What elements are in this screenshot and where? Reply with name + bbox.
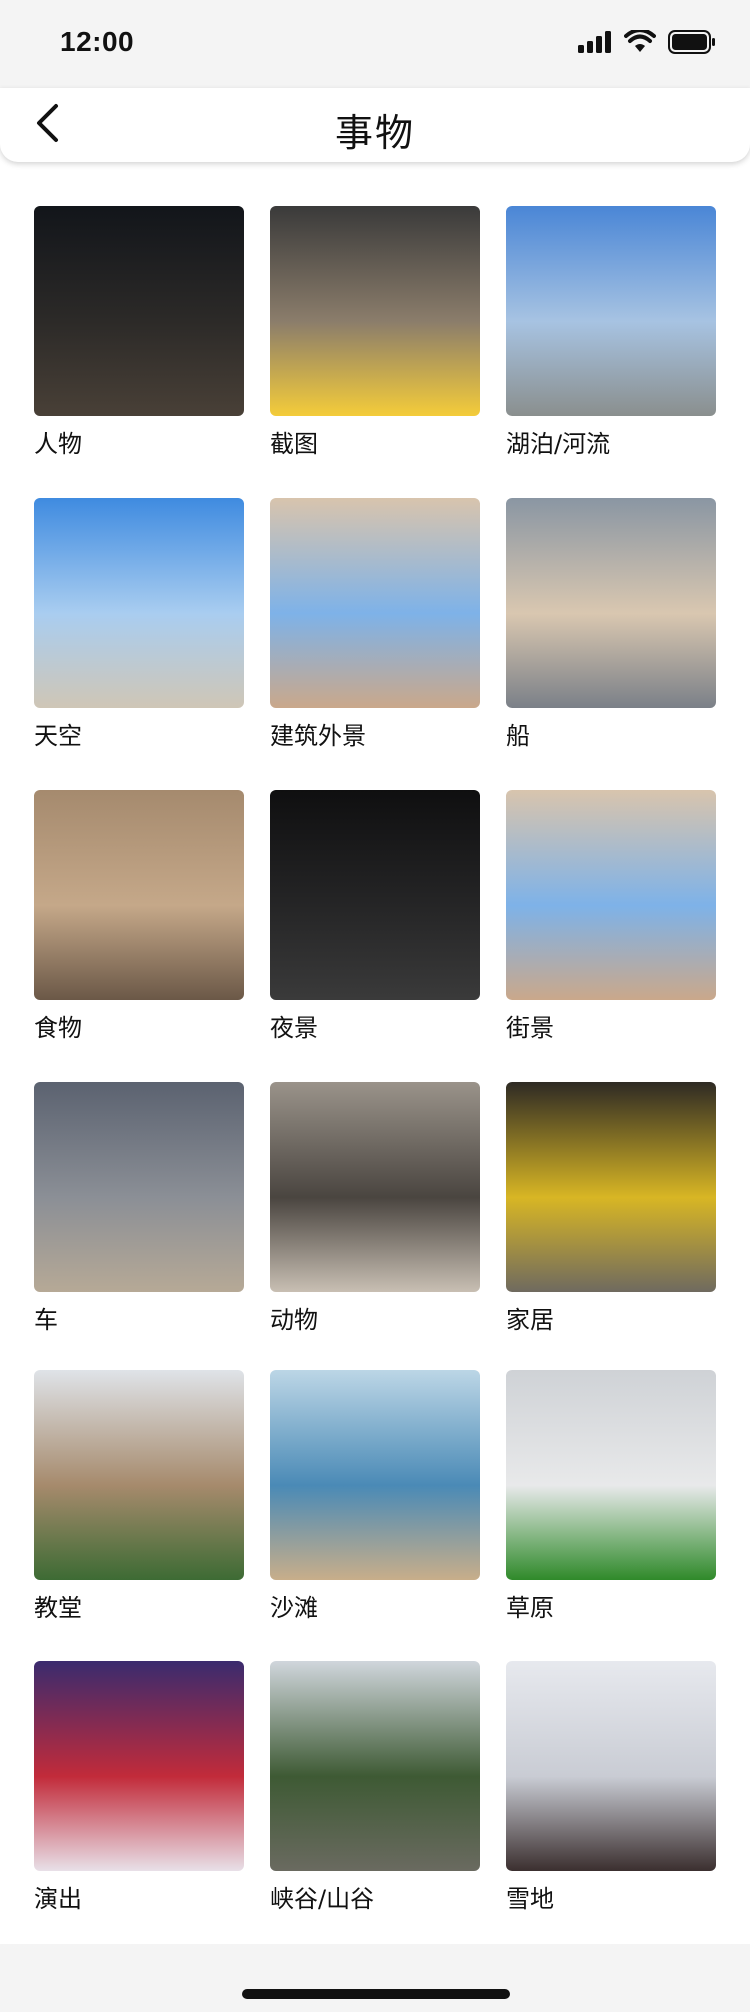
building-photo[interactable] — [270, 498, 480, 708]
category-label: 家居 — [506, 1306, 554, 1334]
boat-photo[interactable] — [506, 498, 716, 708]
home-indicator[interactable] — [242, 1989, 510, 1999]
screenshot-photo[interactable] — [270, 206, 480, 416]
category-label: 天空 — [34, 722, 82, 750]
river-photo[interactable] — [506, 206, 716, 416]
home-photo[interactable] — [506, 1082, 716, 1292]
page-title: 事物 — [334, 111, 415, 155]
category-label: 车 — [34, 1306, 58, 1334]
category-label: 峡谷/山谷 — [270, 1885, 375, 1913]
canyon-photo[interactable] — [270, 1661, 480, 1871]
category-label: 夜景 — [270, 1014, 318, 1042]
animal-photo[interactable] — [270, 1082, 480, 1292]
category-label: 建筑外景 — [270, 722, 366, 750]
category-label: 沙滩 — [270, 1594, 318, 1622]
category-label: 演出 — [34, 1885, 82, 1913]
sky-photo[interactable] — [34, 498, 244, 708]
category-label: 湖泊/河流 — [506, 430, 611, 458]
category-label: 教堂 — [34, 1594, 82, 1622]
category-label: 雪地 — [506, 1885, 554, 1913]
snow-photo[interactable] — [506, 1661, 716, 1871]
night-photo[interactable] — [270, 790, 480, 1000]
food-photo[interactable] — [34, 790, 244, 1000]
category-label: 食物 — [34, 1014, 82, 1042]
grassland-photo[interactable] — [506, 1370, 716, 1580]
category-label: 人物 — [34, 430, 82, 458]
category-label: 截图 — [270, 430, 318, 458]
home-indicator-area — [0, 1944, 750, 2012]
performance-photo[interactable] — [34, 1661, 244, 1871]
car-photo[interactable] — [34, 1082, 244, 1292]
beach-photo[interactable] — [270, 1370, 480, 1580]
category-label: 街景 — [506, 1014, 554, 1042]
category-label: 草原 — [506, 1594, 554, 1622]
street-photo[interactable] — [506, 790, 716, 1000]
category-label: 动物 — [270, 1306, 318, 1334]
nav-bar: 事物 — [0, 88, 750, 162]
category-grid: 人物 截图 湖泊/河流天空 建筑外景 船食物 夜景 街景车 动物 家居教堂 沙滩 草原演出 峡谷/山谷… — [0, 0, 750, 2012]
church-photo[interactable] — [34, 1370, 244, 1580]
people-photo[interactable] — [34, 206, 244, 416]
category-label: 船 — [506, 722, 530, 750]
